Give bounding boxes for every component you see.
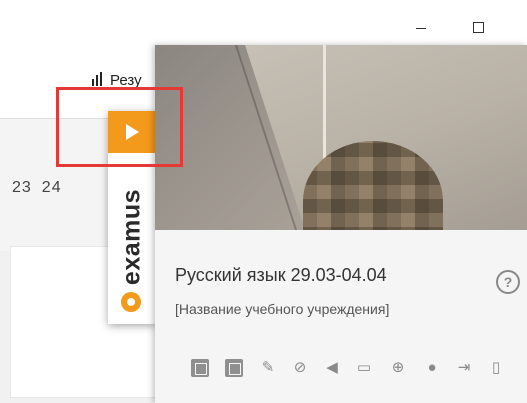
help-button[interactable]: ?	[496, 270, 520, 294]
exit-icon[interactable]: ⇥	[455, 359, 473, 377]
examus-logo-icon	[121, 292, 141, 312]
user-icon[interactable]: ●	[423, 359, 441, 377]
excel-icon[interactable]	[191, 359, 209, 377]
globe-icon[interactable]: ⊕	[389, 359, 407, 377]
maximize-button[interactable]	[463, 14, 493, 40]
exam-title: Русский язык 29.03-04.04	[175, 265, 387, 285]
calculator-icon[interactable]	[225, 359, 243, 377]
calendar-days: 23 24	[12, 179, 72, 197]
organization-name: [Название учебного учреждения]	[175, 301, 390, 317]
exam-toolbar: ✎ ⊘ ◀ ▭ ⊕ ● ⇥ ▯	[191, 359, 527, 381]
minimize-button[interactable]	[406, 14, 436, 40]
megaphone-icon[interactable]: ◀	[323, 359, 341, 377]
exam-panel: Русский язык 29.03-04.04 [Название учебн…	[155, 45, 527, 403]
examus-logo-text: examus	[117, 188, 146, 286]
calendar-day[interactable]: 24	[42, 179, 62, 196]
book-icon[interactable]: ▯	[487, 359, 505, 377]
calendar-day[interactable]: 23	[12, 179, 32, 196]
examus-logo: examus	[110, 159, 154, 319]
highlight-frame	[56, 87, 183, 167]
chat-icon[interactable]: ▭	[355, 359, 373, 377]
webcam-video	[155, 45, 527, 230]
eye-hidden-icon[interactable]: ⊘	[291, 359, 309, 377]
edit-icon[interactable]: ✎	[259, 359, 277, 377]
